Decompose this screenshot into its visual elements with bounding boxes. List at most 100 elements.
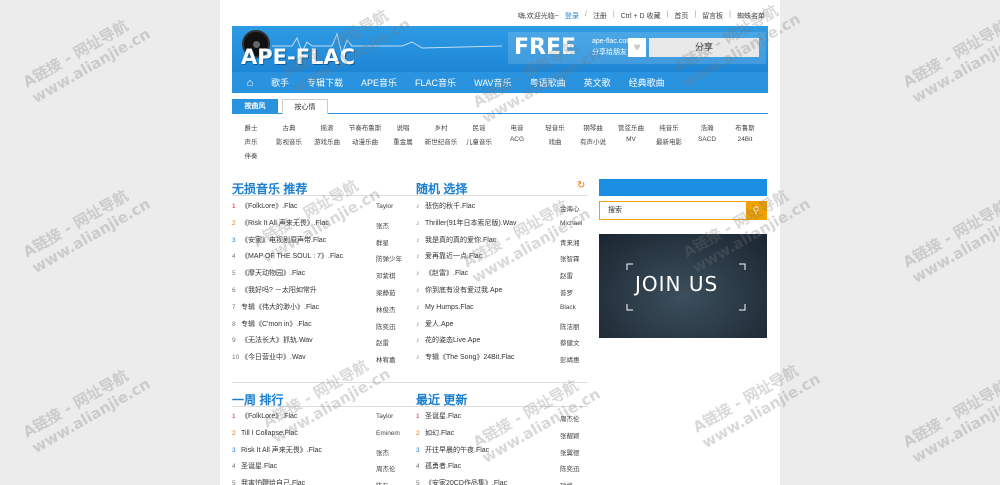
genre-tag[interactable]: 乡村 xyxy=(422,122,460,132)
song-link[interactable]: 《我好吗? －太阳如常升 xyxy=(241,287,317,294)
list-item[interactable]: ♪ 悲伤的秋千.Flac xyxy=(416,200,475,214)
home-icon[interactable]: ⌂ xyxy=(238,72,262,93)
list-item[interactable]: 7 专辑《伟大的渺小》.Flac xyxy=(232,301,319,315)
genre-tag[interactable]: SACD xyxy=(688,136,726,143)
genre-tag[interactable]: 动漫乐曲 xyxy=(346,136,384,146)
song-link[interactable]: 我害怕鞭给自己.Flac xyxy=(241,480,305,485)
genre-tag[interactable]: 24Bit xyxy=(726,136,764,143)
artist-name[interactable]: 金海心 xyxy=(560,203,580,213)
list-item[interactable]: ♪ 我是真的真的爱你.Flac xyxy=(416,234,496,248)
site-logo[interactable]: APE-FLAC xyxy=(241,45,355,69)
genre-tag[interactable]: MV xyxy=(612,136,650,143)
artist-name[interactable]: 林俊杰 xyxy=(376,304,396,314)
song-link[interactable]: Till I Collapse.Flac xyxy=(241,430,298,437)
genre-tag[interactable]: 布鲁斯 xyxy=(726,122,764,132)
refresh-icon[interactable]: ↻ xyxy=(577,180,585,191)
list-item[interactable]: 1 《FolkLore》.Flac xyxy=(232,200,297,214)
song-link[interactable]: 《安家》电视剧原声带.Flac xyxy=(241,237,326,244)
artist-name[interactable]: 张翼德 xyxy=(560,447,580,457)
login-link[interactable]: 登录 xyxy=(562,11,582,21)
artist-name[interactable]: 张杰 xyxy=(376,220,389,230)
genre-tag[interactable]: 有声小说 xyxy=(574,136,612,146)
song-link[interactable]: 专辑《C'mon in》.Flac xyxy=(241,321,312,328)
share-button[interactable]: 分享 xyxy=(649,38,759,57)
song-link[interactable]: 《Risk It All 声来无畏》.Flac xyxy=(241,220,329,227)
list-item[interactable]: 4 孤勇者.Flac xyxy=(416,460,461,474)
list-item[interactable]: 5 《安家20CD作品集》.Flac xyxy=(416,477,507,485)
list-item[interactable]: ♪ My Humps.Flac xyxy=(416,301,474,315)
song-link[interactable]: 爱再靠近一点.Flac xyxy=(425,253,482,260)
nav-item[interactable]: 英文歌 xyxy=(575,76,620,89)
genre-tag[interactable]: 说唱 xyxy=(384,122,422,132)
heart-icon[interactable]: ♥ xyxy=(628,38,646,57)
genre-tag[interactable]: ACG xyxy=(498,136,536,143)
list-item[interactable]: 3 《安家》电视剧原声带.Flac xyxy=(232,234,326,248)
list-item[interactable]: 3 开往早晨的午夜.Flac xyxy=(416,444,489,458)
artist-name[interactable]: 瑞格 xyxy=(560,480,573,485)
genre-tag[interactable]: 纯音乐 xyxy=(650,122,688,132)
artist-name[interactable]: 张杰 xyxy=(376,447,389,457)
song-link[interactable]: 孤勇者.Flac xyxy=(425,463,461,470)
song-link[interactable]: 《MAP OF THE SOUL : 7》.Flac xyxy=(241,253,343,260)
list-item[interactable]: 2 Till I Collapse.Flac xyxy=(232,427,298,441)
song-link[interactable]: 圣诞星.Flac xyxy=(241,463,277,470)
search-icon[interactable]: ⚲ xyxy=(746,202,766,219)
artist-name[interactable]: 青来湘 xyxy=(560,237,580,247)
song-link[interactable]: 花的姿态Live.Ape xyxy=(425,337,480,344)
artist-name[interactable]: 林宥嘉 xyxy=(376,354,396,364)
artist-name[interactable]: 彭靖惠 xyxy=(560,354,580,364)
genre-tag[interactable]: 戏曲 xyxy=(536,136,574,146)
list-item[interactable]: ♪ 花的姿态Live.Ape xyxy=(416,334,480,348)
artist-name[interactable]: 群星 xyxy=(376,237,389,247)
artist-name[interactable]: 赵雷 xyxy=(560,270,573,280)
nav-item[interactable]: 专辑下载 xyxy=(298,76,352,89)
artist-name[interactable]: Taylor xyxy=(376,413,393,420)
nav-item[interactable]: FLAC音乐 xyxy=(406,76,465,89)
list-item[interactable]: 3 Risk It All 声来无畏》.Flac xyxy=(232,444,322,458)
artist-name[interactable]: 陈奕迅 xyxy=(376,321,396,331)
list-item[interactable]: ♪ 专辑《The Song》24Bit.Flac xyxy=(416,351,514,365)
list-item[interactable]: ♪ 你到底有没有爱过我.Ape xyxy=(416,284,502,298)
song-link[interactable]: 圣诞星.Flac xyxy=(425,413,461,420)
genre-tag[interactable]: 管弦乐曲 xyxy=(612,122,650,132)
list-item[interactable]: 2 《Risk It All 声来无畏》.Flac xyxy=(232,217,329,231)
tab-by-mood[interactable]: 按心情 xyxy=(282,99,328,114)
artist-name[interactable]: 普罗 xyxy=(560,287,573,297)
genre-tag[interactable]: 古典 xyxy=(270,122,308,132)
artist-name[interactable]: 张智霖 xyxy=(560,253,580,263)
genre-tag[interactable]: 钢琴曲 xyxy=(574,122,612,132)
song-link[interactable]: 《摩天动物园》.Flac xyxy=(241,270,305,277)
artist-name[interactable]: 邓紫棋 xyxy=(376,270,396,280)
artist-name[interactable]: 周杰伦 xyxy=(376,463,396,473)
artist-name[interactable]: Eminem xyxy=(376,430,400,437)
song-link[interactable]: Thriller(91年日本索尼版).Wav xyxy=(425,220,517,227)
genre-tag[interactable]: 重金属 xyxy=(384,136,422,146)
list-item[interactable]: 6 《我好吗? －太阳如常升 xyxy=(232,284,317,298)
artist-name[interactable]: 陈升 xyxy=(376,480,389,485)
register-link[interactable]: 注册 xyxy=(590,11,610,21)
genre-tag[interactable]: 新世纪音乐 xyxy=(422,136,460,146)
song-link[interactable]: 《无法长大》抓轨.Wav xyxy=(241,337,313,344)
genre-tag[interactable]: 游戏乐曲 xyxy=(308,136,346,146)
list-item[interactable]: 9 《无法长大》抓轨.Wav xyxy=(232,334,313,348)
genre-tag[interactable]: 影视音乐 xyxy=(270,136,308,146)
artist-name[interactable]: 陈洁丽 xyxy=(560,321,580,331)
artist-name[interactable]: Michael xyxy=(560,220,582,227)
song-link[interactable]: 《FolkLore》.Flac xyxy=(241,413,297,420)
song-link[interactable]: 《赵雷》.Flac xyxy=(425,270,468,277)
song-link[interactable]: 悲伤的秋千.Flac xyxy=(425,203,475,210)
artist-name[interactable]: 梁静茹 xyxy=(376,287,396,297)
genre-tag[interactable]: 爵士 xyxy=(232,122,270,132)
nav-item[interactable]: WAV音乐 xyxy=(465,76,521,89)
genre-tag[interactable]: 最新电影 xyxy=(650,136,688,146)
artist-name[interactable]: Black xyxy=(560,304,576,311)
list-item[interactable]: 8 专辑《C'mon in》.Flac xyxy=(232,318,312,332)
spider-link[interactable]: 蜘蛛名单 xyxy=(734,11,768,21)
list-item[interactable]: 10 《今日营业中》.Wav xyxy=(232,351,306,365)
nav-item[interactable]: APE音乐 xyxy=(352,76,406,89)
artist-name[interactable]: 蔡健文 xyxy=(560,337,580,347)
list-item[interactable]: 5 我害怕鞭给自己.Flac xyxy=(232,477,305,485)
song-link[interactable]: 专辑《The Song》24Bit.Flac xyxy=(425,354,514,361)
artist-name[interactable]: 防弹少年 xyxy=(376,253,402,263)
join-us-banner[interactable]: JOIN US xyxy=(599,234,767,338)
